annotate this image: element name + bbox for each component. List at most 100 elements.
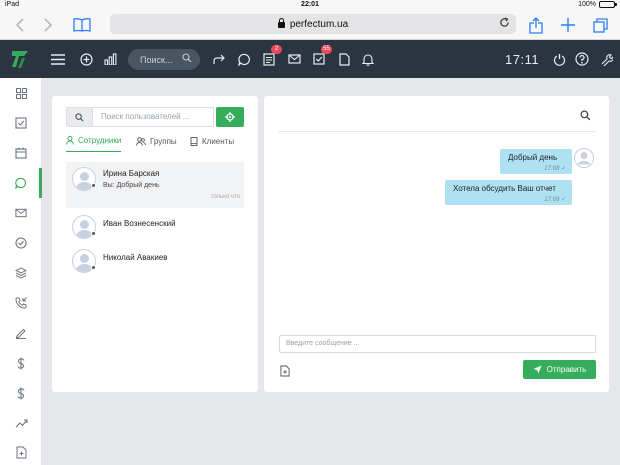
sidebar-item-finance[interactable]	[13, 355, 29, 371]
reload-icon[interactable]	[499, 16, 510, 31]
menu-icon[interactable]	[49, 50, 67, 68]
mail-icon[interactable]	[285, 50, 303, 68]
tab-groups[interactable]: Группы	[136, 134, 177, 152]
address-bar[interactable]: perfectum.ua	[110, 14, 516, 34]
chat-icon[interactable]	[235, 50, 253, 68]
message-time: 17:08 ✓	[544, 166, 566, 172]
chat-message: Хотела обсудить Ваш отчет 17:09 ✓	[445, 180, 572, 205]
check-circle-icon	[15, 237, 27, 249]
dashboard-icon	[15, 87, 27, 99]
send-button-label: Отправить	[546, 365, 587, 374]
sidebar	[0, 78, 42, 465]
book-icon	[190, 136, 198, 146]
dollar-icon	[17, 357, 25, 369]
back-icon[interactable]	[10, 15, 30, 35]
chat-settings-button[interactable]	[216, 107, 244, 127]
user-name: Ирина Барская	[103, 169, 160, 178]
sidebar-item-edit[interactable]	[13, 325, 29, 341]
tasks-icon[interactable]: 2	[260, 45, 282, 68]
sidebar-item-calls[interactable]	[13, 295, 29, 311]
presence-dot	[91, 231, 96, 236]
chat-search-icon[interactable]	[580, 108, 591, 126]
browser-toolbar: perfectum.ua	[0, 11, 620, 40]
last-message: Вы: Добрый день	[103, 182, 160, 189]
user-search-row: Поиск пользователей ...	[66, 107, 244, 127]
sidebar-item-dashboard[interactable]	[13, 85, 29, 101]
file-add-icon	[16, 446, 26, 458]
user-search-button[interactable]	[66, 107, 93, 127]
document-icon[interactable]	[335, 50, 353, 68]
tab-clients[interactable]: Клиенты	[190, 134, 234, 152]
active-indicator	[39, 168, 42, 198]
lock-icon	[277, 18, 285, 28]
tabs-overview-icon[interactable]	[590, 15, 610, 35]
user-list: Ирина Барская Вы: Добрый день только что…	[66, 162, 244, 278]
sidebar-item-calendar[interactable]	[13, 145, 29, 161]
redirect-icon[interactable]	[210, 50, 228, 68]
send-icon	[533, 365, 542, 374]
gear-icon	[225, 112, 235, 122]
settings-wrench-icon[interactable]	[597, 50, 615, 68]
system-time: 22:01	[301, 1, 319, 8]
bell-icon[interactable]	[359, 50, 377, 68]
send-button[interactable]: Отправить	[523, 360, 596, 379]
user-list-item[interactable]: Ирина Барская Вы: Добрый день только что	[66, 162, 244, 208]
tab-employees[interactable]: Сотрудники	[66, 134, 122, 152]
users-icon	[136, 136, 146, 146]
battery-icon	[599, 1, 617, 8]
presence-dot	[91, 265, 96, 270]
perfectum-logo[interactable]	[10, 48, 30, 70]
sidebar-item-chat[interactable]	[13, 175, 29, 191]
presence-dot	[91, 183, 96, 188]
help-icon[interactable]	[573, 50, 591, 68]
forward-icon[interactable]	[38, 15, 58, 35]
battery-percent: 100%	[578, 1, 596, 8]
user-icon	[66, 136, 74, 145]
share-icon[interactable]	[526, 15, 546, 35]
sidebar-item-tasks[interactable]	[13, 115, 29, 131]
contacts-tabs: Сотрудники Группы Клиенты	[66, 134, 244, 152]
sidebar-item-projects[interactable]	[13, 265, 29, 281]
url-text: perfectum.ua	[289, 18, 349, 30]
sender-avatar	[574, 148, 594, 168]
battery-indicator: 100%	[578, 1, 617, 8]
message-text: Добрый день	[508, 153, 558, 162]
checklist-badge: 55	[321, 45, 332, 54]
new-tab-icon[interactable]	[558, 15, 578, 35]
checklist-icon[interactable]: 55	[310, 45, 332, 68]
tab-groups-label: Группы	[150, 136, 177, 146]
add-circle-icon[interactable]	[77, 50, 95, 68]
layers-icon	[15, 267, 27, 279]
header-search-input[interactable]: Поиск...	[128, 49, 200, 70]
dollar-icon	[17, 387, 25, 399]
app-header: Поиск... 2 55 17:11	[0, 40, 620, 78]
chat-bubble-icon	[15, 177, 27, 189]
message-input[interactable]: Введите сообщение ...	[279, 335, 596, 353]
user-name: Иван Вознесенский	[103, 219, 176, 228]
sidebar-item-mail[interactable]	[13, 205, 29, 221]
user-list-item[interactable]: Иван Вознесенский	[66, 210, 244, 242]
message-text: Хотела обсудить Ваш отчет	[453, 184, 556, 193]
analytics-icon[interactable]	[101, 50, 119, 68]
message-time: 17:09 ✓	[544, 197, 566, 203]
chat-panel: Добрый день 17:08 ✓ Хотела обсудить Ваш …	[264, 96, 609, 392]
tasks-badge: 2	[271, 45, 282, 54]
checkbox-icon	[15, 117, 27, 129]
calendar-icon	[15, 147, 27, 159]
sidebar-item-files[interactable]	[13, 444, 29, 460]
sidebar-item-goals[interactable]	[13, 235, 29, 251]
sidebar-item-reports[interactable]	[13, 415, 29, 431]
bookmarks-icon[interactable]	[72, 15, 92, 35]
chat-header-divider	[278, 131, 595, 132]
last-message-time: только что	[210, 194, 240, 200]
tab-employees-label: Сотрудники	[78, 136, 122, 145]
pen-icon	[15, 328, 26, 339]
ios-status-bar: iPad 22:01 100%	[0, 0, 620, 11]
sidebar-item-payments[interactable]	[13, 385, 29, 401]
user-name: Николай Авакиев	[103, 253, 168, 262]
user-list-item[interactable]: Николай Авакиев	[66, 244, 244, 276]
tab-clients-label: Клиенты	[202, 136, 235, 146]
user-search-input[interactable]: Поиск пользователей ...	[93, 107, 214, 127]
attach-file-icon[interactable]	[280, 364, 290, 382]
power-icon[interactable]	[550, 50, 568, 68]
